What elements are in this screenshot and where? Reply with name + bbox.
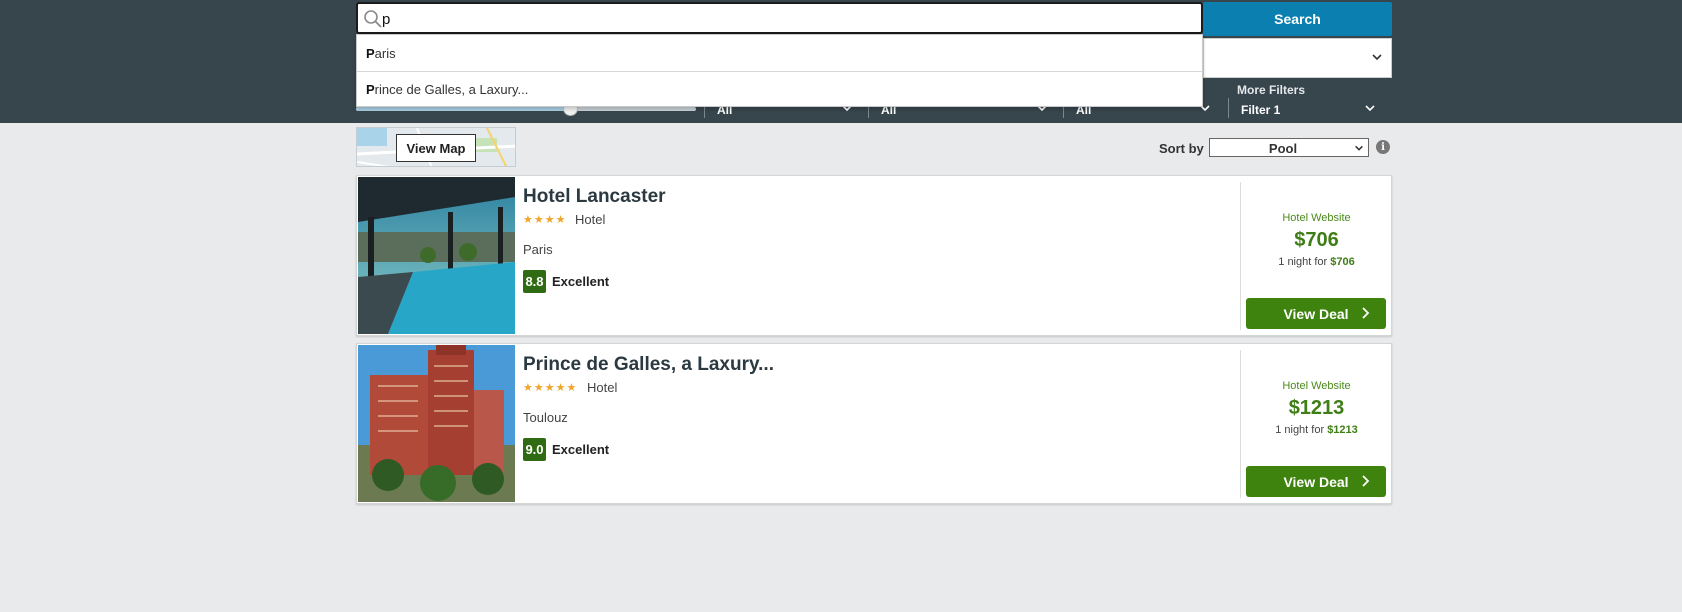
night-prefix: 1 night for xyxy=(1275,424,1328,436)
night-price: $1213 xyxy=(1327,424,1358,436)
suggestion-item[interactable]: Prince de Galles, a Laxury... xyxy=(357,71,1202,107)
more-filters-label: More Filters xyxy=(1237,83,1306,97)
hotel-card: Prince de Galles, a Laxury... ★★★★★ Hote… xyxy=(356,343,1392,504)
hotel-photo[interactable] xyxy=(358,345,515,502)
hotel-card: Hotel Lancaster ★★★★ Hotel Paris 8.8 Exc… xyxy=(356,175,1392,336)
view-deal-button[interactable]: View Deal xyxy=(1246,466,1386,497)
price: $706 xyxy=(1294,229,1339,251)
suggestion-text: rince de Galles, a Laxury... xyxy=(374,82,529,97)
deal-source: Hotel Website xyxy=(1282,380,1351,392)
price-slider[interactable] xyxy=(356,101,696,116)
star-rating: ★★★★ xyxy=(523,214,567,226)
info-icon[interactable]: i xyxy=(1376,140,1390,154)
chevron-down-icon xyxy=(1365,105,1375,112)
map-thumbnail[interactable]: View Map xyxy=(356,127,516,167)
chevron-right-icon xyxy=(1362,475,1370,487)
hotel-city: Toulouz xyxy=(523,410,568,425)
chevron-down-icon xyxy=(1355,145,1363,151)
search-button[interactable]: Search xyxy=(1203,2,1392,36)
suggestion-text: aris xyxy=(374,45,396,61)
price: $1213 xyxy=(1288,397,1345,419)
search-icon xyxy=(364,10,382,28)
deal-source: Hotel Website xyxy=(1282,212,1351,224)
suggestion-item[interactable]: Paris xyxy=(357,35,1202,71)
search-suggestions: Paris Prince de Galles, a Laxury... xyxy=(356,34,1203,107)
view-deal-button[interactable]: View Deal xyxy=(1246,298,1386,329)
search-input[interactable] xyxy=(382,8,1182,30)
suggestion-match: P xyxy=(366,45,375,61)
chevron-down-icon xyxy=(1372,54,1382,61)
review-score-badge: 8.8 xyxy=(523,270,546,293)
review-rating-text: Excellent xyxy=(552,442,610,457)
property-type: Hotel xyxy=(575,212,606,227)
star-rating: ★★★★★ xyxy=(523,382,578,394)
hotel-city: Paris xyxy=(523,242,553,257)
night-prefix: 1 night for xyxy=(1278,256,1331,268)
top-bar: Search Paris Prince de Galles, a Laxury.… xyxy=(0,0,1682,123)
price-per-night: 1 night for $706 xyxy=(1241,256,1392,268)
hotel-name[interactable]: Prince de Galles, a Laxury... xyxy=(523,354,774,376)
chevron-right-icon xyxy=(1362,307,1370,319)
sort-select[interactable]: Pool xyxy=(1209,138,1369,157)
review-score-badge: 9.0 xyxy=(523,438,546,461)
night-price: $706 xyxy=(1330,256,1355,268)
more-filters-dropdown[interactable]: Filter 1 xyxy=(1228,98,1382,118)
view-map-button[interactable]: View Map xyxy=(396,134,476,162)
hotel-name[interactable]: Hotel Lancaster xyxy=(523,186,666,208)
suggestion-match: P xyxy=(366,82,375,97)
hotel-photo[interactable] xyxy=(358,177,515,334)
sort-label: Sort by xyxy=(1159,141,1204,156)
rooms-guests-select[interactable] xyxy=(1203,38,1392,78)
sort-value: Pool xyxy=(1268,141,1298,156)
price-slider-fill xyxy=(356,107,571,111)
search-box[interactable] xyxy=(356,2,1203,34)
property-type: Hotel xyxy=(587,380,618,395)
price-per-night: 1 night for $1213 xyxy=(1241,424,1392,436)
filter-value: Filter 1 xyxy=(1241,103,1281,117)
review-rating-text: Excellent xyxy=(552,274,610,289)
